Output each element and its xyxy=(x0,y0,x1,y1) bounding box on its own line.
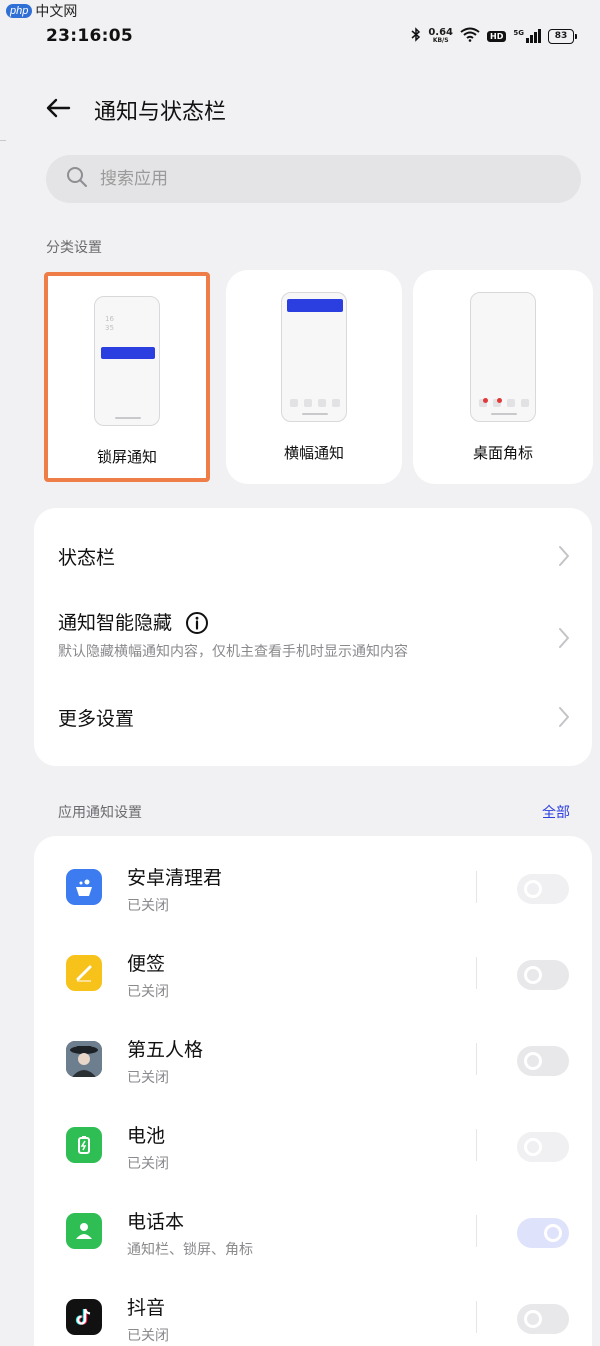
watermark-logo: php xyxy=(6,4,33,18)
notification-toggle[interactable] xyxy=(517,1046,569,1076)
smart-hide-setting-row[interactable]: 通知智能隐藏 默认隐藏横幅通知内容，仅机主查看手机时显示通知内容 xyxy=(34,604,592,672)
chevron-right-icon xyxy=(558,545,570,571)
more-settings-row[interactable]: 更多设置 xyxy=(34,672,592,762)
app-status: 已关闭 xyxy=(127,898,169,914)
settings-card: 状态栏 通知智能隐藏 默认隐藏横幅通知内容，仅机主查看手机时显示通知内容 更多设… xyxy=(34,508,592,766)
back-button[interactable] xyxy=(36,88,80,132)
app-row[interactable]: 电话本 通知栏、锁屏、角标 xyxy=(34,1180,592,1266)
game-avatar-icon xyxy=(66,1041,102,1077)
show-all-link[interactable]: 全部 xyxy=(542,802,570,822)
search-icon xyxy=(66,166,88,192)
setting-subtitle: 默认隐藏横幅通知内容，仅机主查看手机时显示通知内容 xyxy=(58,644,408,660)
app-row[interactable]: 电池 已关闭 xyxy=(34,1094,592,1180)
search-bar[interactable] xyxy=(46,155,581,203)
status-bar: 23:16:05 0.64 KB/S HD 5G 83 xyxy=(0,0,600,62)
app-status: 通知栏、锁屏、角标 xyxy=(127,1242,253,1258)
notification-toggle[interactable] xyxy=(517,960,569,990)
notification-toggle[interactable] xyxy=(517,1304,569,1334)
net-speed: 0.64 KB/S xyxy=(428,28,453,44)
arrow-left-icon xyxy=(45,98,71,122)
notification-toggle[interactable] xyxy=(517,874,569,904)
lockscreen-preview: 16 35 xyxy=(94,296,160,426)
app-name: 便签 xyxy=(127,953,166,975)
category-label: 锁屏通知 xyxy=(96,448,157,466)
app-list: 安卓清理君 已关闭 便签 已关闭 第五人格 已关闭 电池 已关闭 电话本 通知栏… xyxy=(34,836,592,1346)
category-banner-card[interactable]: 横幅通知 xyxy=(226,270,402,484)
setting-title: 更多设置 xyxy=(58,707,135,730)
edge-marker xyxy=(0,140,6,141)
chevron-right-icon xyxy=(558,627,570,653)
battery-icon xyxy=(66,1127,102,1163)
status-bar-setting-row[interactable]: 状态栏 xyxy=(34,508,592,604)
search-input[interactable] xyxy=(100,169,500,189)
cleaner-icon xyxy=(66,869,102,905)
tiktok-icon xyxy=(66,1299,102,1335)
category-section-label: 分类设置 xyxy=(46,240,102,256)
app-row[interactable]: 便签 已关闭 xyxy=(34,922,592,1008)
cellular-signal-icon: 5G xyxy=(513,29,541,43)
category-label: 横幅通知 xyxy=(283,444,344,462)
app-row[interactable]: 第五人格 已关闭 xyxy=(34,1008,592,1094)
app-name: 电话本 xyxy=(127,1211,185,1233)
category-label: 桌面角标 xyxy=(472,444,533,462)
watermark: php 中文网 xyxy=(0,0,83,22)
app-status: 已关闭 xyxy=(127,1328,169,1344)
wifi-icon xyxy=(460,27,480,46)
app-status: 已关闭 xyxy=(127,1156,169,1172)
category-badge-card[interactable]: 桌面角标 xyxy=(413,270,593,484)
page-header: 通知与状态栏 xyxy=(0,84,600,136)
hd-badge: HD xyxy=(487,30,507,42)
chevron-right-icon xyxy=(558,706,570,732)
app-section-label: 应用通知设置 xyxy=(58,805,142,821)
app-name: 电池 xyxy=(127,1125,166,1147)
app-row[interactable]: 安卓清理君 已关闭 xyxy=(34,836,592,922)
category-lockscreen-card[interactable]: 16 35 锁屏通知 xyxy=(44,272,210,482)
app-status: 已关闭 xyxy=(127,1070,169,1086)
net-speed-unit: KB/S xyxy=(432,37,449,44)
notification-toggle[interactable] xyxy=(517,1132,569,1162)
badge-preview xyxy=(470,292,536,422)
app-name: 第五人格 xyxy=(127,1039,204,1061)
battery-indicator: 83 xyxy=(548,28,577,44)
notification-toggle[interactable] xyxy=(517,1218,569,1248)
app-name: 抖音 xyxy=(127,1297,166,1319)
network-type: 5G xyxy=(513,29,524,37)
bluetooth-icon xyxy=(411,26,421,46)
app-status: 已关闭 xyxy=(127,984,169,1000)
info-icon[interactable] xyxy=(185,611,209,635)
page-title: 通知与状态栏 xyxy=(94,100,227,125)
banner-preview xyxy=(281,292,347,422)
status-icons: 0.64 KB/S HD 5G 83 xyxy=(411,17,577,46)
contacts-icon xyxy=(66,1213,102,1249)
app-row[interactable]: 抖音 已关闭 xyxy=(34,1266,592,1346)
app-name: 安卓清理君 xyxy=(127,867,223,889)
setting-title: 通知智能隐藏 xyxy=(58,612,173,634)
setting-title: 状态栏 xyxy=(58,546,116,569)
notes-icon xyxy=(66,955,102,991)
lockscreen-preview-time: 16 35 xyxy=(105,315,114,332)
watermark-text: 中文网 xyxy=(35,4,78,20)
